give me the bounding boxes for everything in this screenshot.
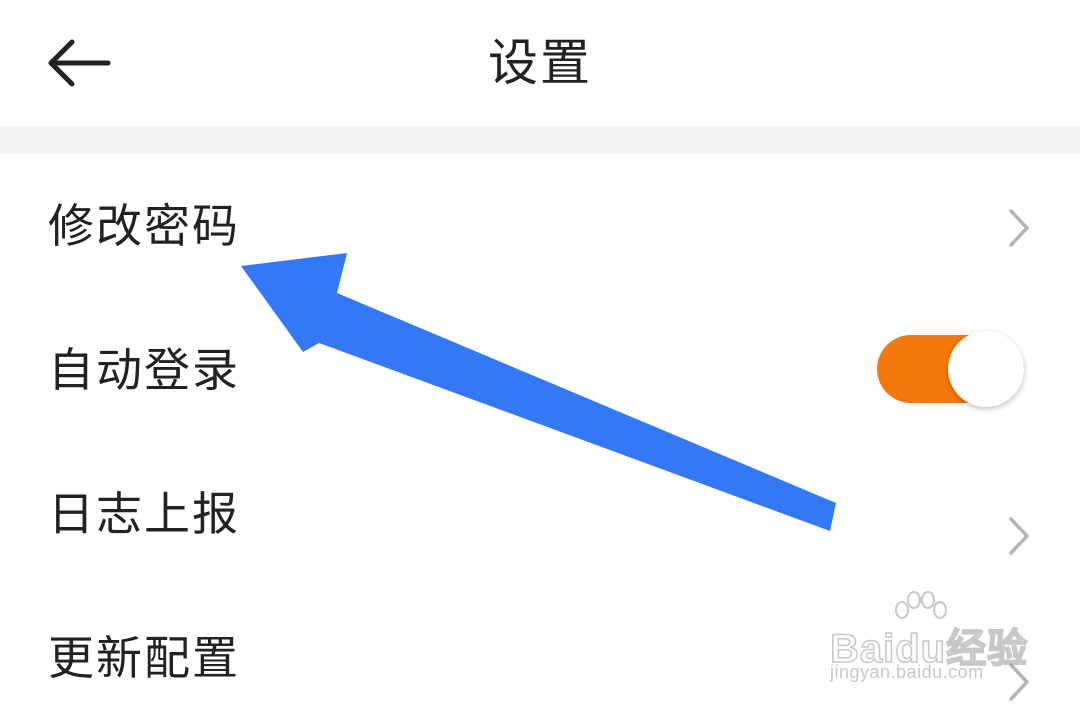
- section-divider: [0, 126, 1080, 154]
- auto-login-switch[interactable]: [877, 331, 1024, 407]
- page-title: 设置: [488, 34, 592, 92]
- toggle-knob: [948, 331, 1024, 407]
- chevron-right-icon: [1009, 517, 1029, 555]
- settings-row-label: 自动登录: [48, 343, 240, 397]
- chevron-right-icon: [1009, 663, 1029, 701]
- top-bar: 设置: [0, 0, 1080, 126]
- settings-row-label: 修改密码: [48, 199, 240, 253]
- settings-row-update-config[interactable]: 更新配置: [0, 586, 1080, 711]
- arrow-left-icon: [48, 39, 111, 87]
- settings-row-change-password[interactable]: 修改密码: [0, 154, 1080, 298]
- settings-list: 修改密码 自动登录 日志上报 更新配置: [0, 154, 1080, 711]
- settings-screen: 设置 修改密码 自动登录 日志上报 更新配置 Baidu经验 jingyan.b…: [0, 0, 1080, 711]
- chevron-right-icon: [1009, 209, 1029, 247]
- back-button[interactable]: [40, 28, 120, 98]
- settings-row-label: 更新配置: [48, 631, 240, 685]
- settings-row-label: 日志上报: [48, 487, 240, 541]
- settings-row-log-report[interactable]: 日志上报: [0, 442, 1080, 586]
